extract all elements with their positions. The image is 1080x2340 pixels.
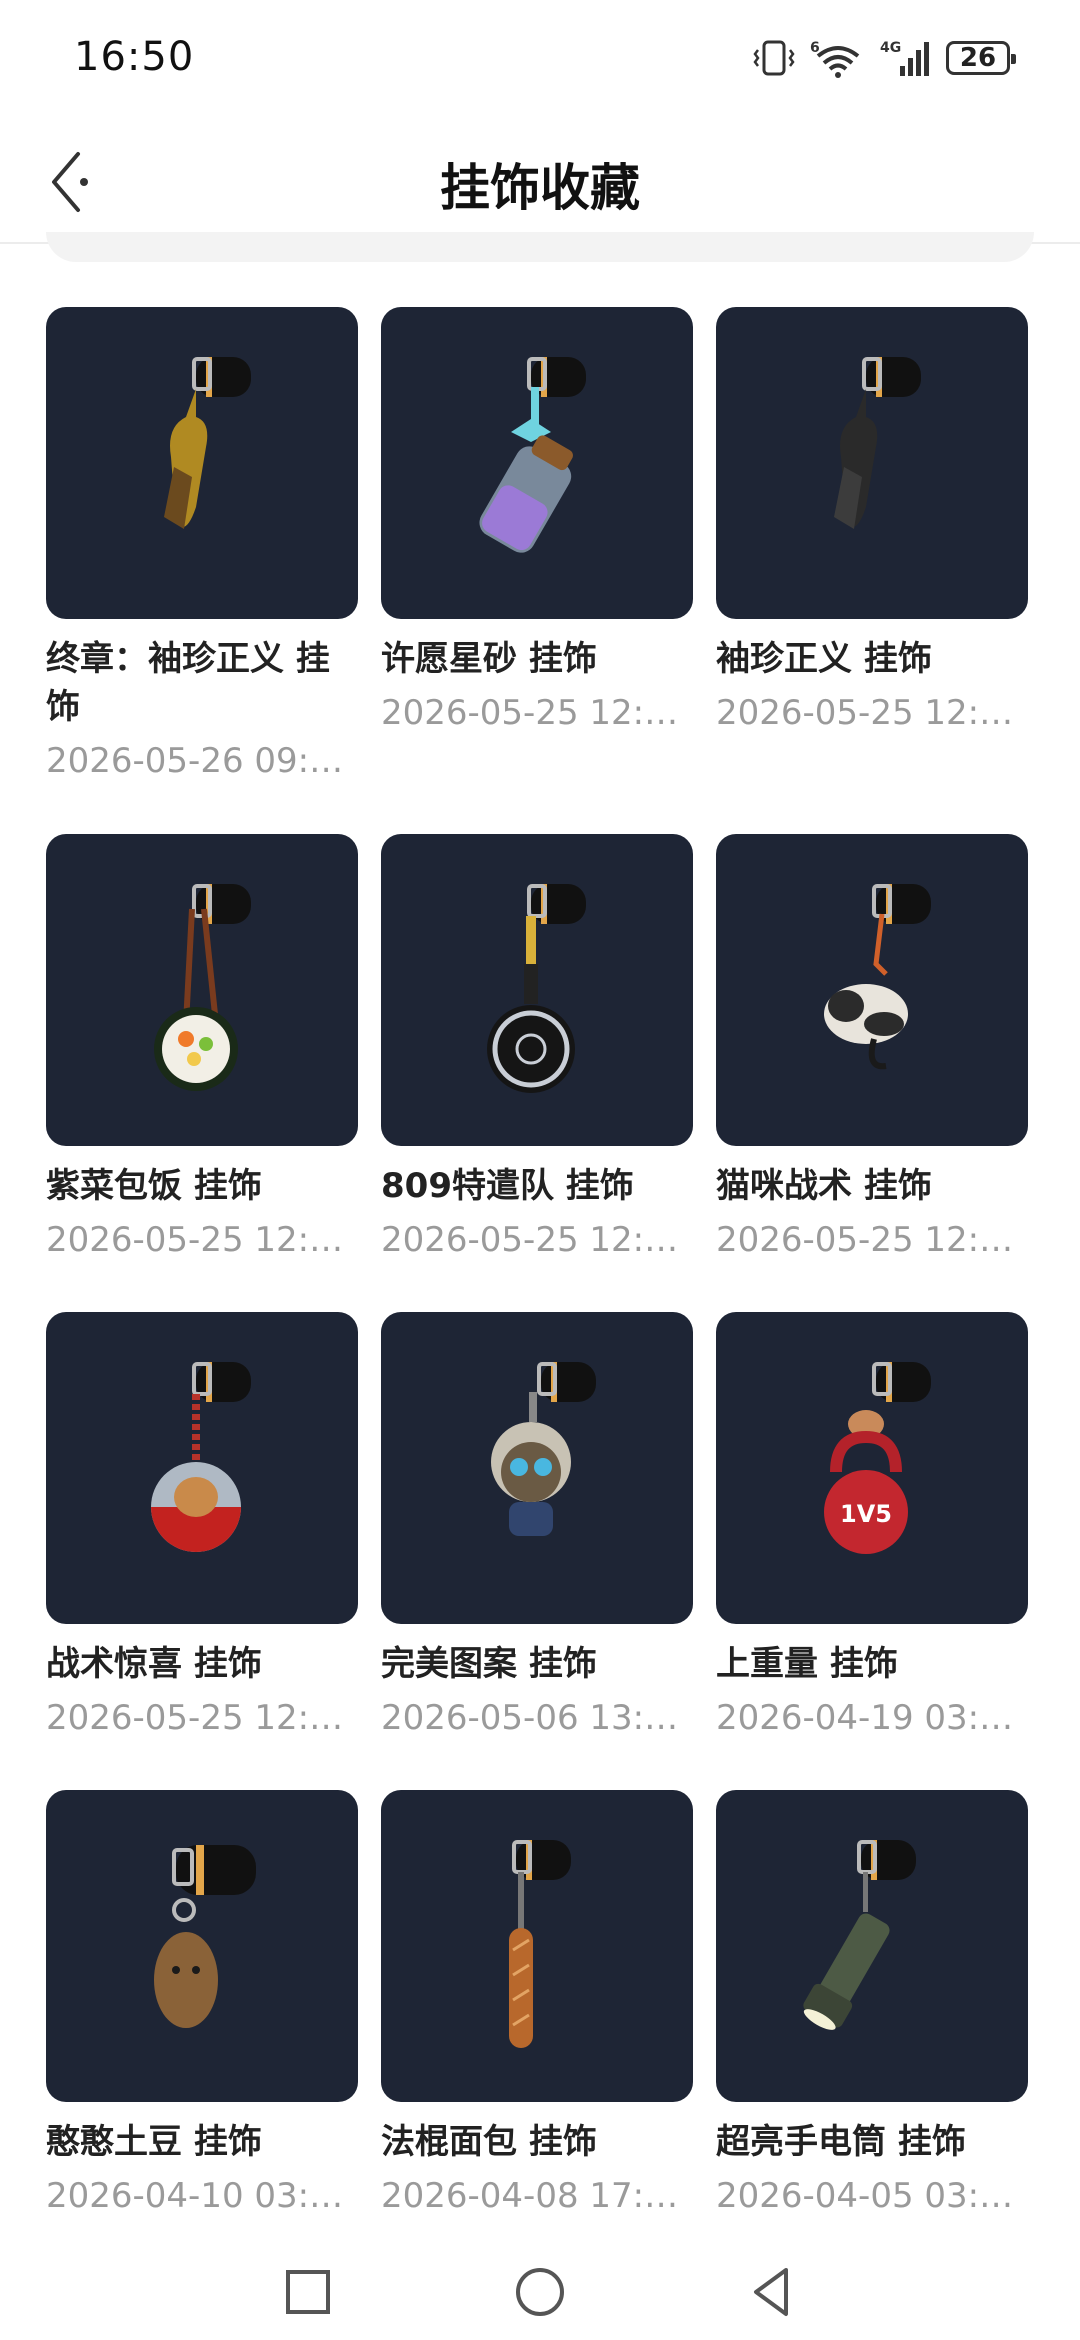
capsule-toy-charm-icon — [151, 1362, 251, 1552]
charm-date: 2026-05-06 13:… — [381, 1698, 679, 1738]
charm-date: 2026-04-10 03:… — [46, 2176, 344, 2216]
charm-name: 憨憨土豆 挂饰 — [46, 2122, 262, 2162]
star-sand-bottle-charm-icon — [479, 357, 586, 553]
charm-card[interactable]: 战术惊喜 挂饰 2026-05-25 12:… — [46, 1312, 358, 1790]
charm-card[interactable]: 猫咪战术 挂饰 2026-05-25 12:… — [716, 834, 1028, 1312]
charm-thumbnail: 1V5 — [716, 1312, 1028, 1624]
charm-name: 超亮手电筒 挂饰 — [716, 2122, 966, 2162]
charm-date: 2026-05-25 12:… — [46, 1220, 344, 1260]
charm-date: 2026-04-05 03:… — [716, 2176, 1014, 2216]
charm-name: 紫菜包饭 挂饰 — [46, 1166, 262, 1206]
charm-name: 完美图案 挂饰 — [381, 1644, 597, 1684]
square-icon — [286, 2270, 330, 2314]
charm-date: 2026-05-25 12:… — [381, 1220, 679, 1260]
cat-charm-icon — [824, 884, 931, 1070]
charm-thumbnail — [46, 307, 358, 619]
charm-date: 2026-04-19 03:… — [716, 1698, 1014, 1738]
charm-card[interactable]: 终章：袖珍正义 挂饰 2026-05-26 09:… — [46, 307, 358, 834]
signal-icon: 4G — [880, 40, 929, 76]
charm-name: 袖珍正义 挂饰 — [716, 639, 932, 679]
frying-pan-charm-icon — [487, 884, 586, 1093]
charm-card[interactable]: 紫菜包饭 挂饰 2026-05-25 12:… — [46, 834, 358, 1312]
system-nav-bar — [0, 2240, 1080, 2340]
vibrate-icon — [753, 40, 795, 76]
charm-card[interactable]: 超亮手电筒 挂饰 2026-04-05 03:… — [716, 1790, 1028, 2230]
recents-button[interactable] — [278, 2262, 338, 2322]
flashlight-charm-icon — [803, 1840, 916, 2030]
charm-card[interactable]: 袖珍正义 挂饰 2026-05-25 12:… — [716, 307, 1028, 834]
charm-name: 法棍面包 挂饰 — [381, 2122, 597, 2162]
charm-name: 猫咪战术 挂饰 — [716, 1166, 932, 1206]
charm-name: 许愿星砂 挂饰 — [381, 639, 597, 679]
charm-card[interactable]: 法棍面包 挂饰 2026-04-08 17:… — [381, 1790, 693, 2230]
charm-grid: 终章：袖珍正义 挂饰 2026-05-26 09:… 许愿星砂 挂饰 2026-… — [46, 307, 1028, 2230]
potato-charm-icon — [154, 1845, 256, 2028]
baguette-charm-icon — [509, 1840, 571, 2048]
charm-thumbnail — [46, 1312, 358, 1624]
page-title: 挂饰收藏 — [440, 159, 640, 217]
golden-pistol-charm-icon — [164, 357, 251, 529]
charm-date: 2026-05-25 12:… — [46, 1698, 344, 1738]
charm-thumbnail — [381, 1790, 693, 2102]
charm-name: 809特遣队 挂饰 — [381, 1166, 634, 1206]
status-bar: 16:50 6 4G 26 — [0, 0, 1080, 120]
charm-thumbnail — [716, 1790, 1028, 2102]
charm-card[interactable]: 憨憨土豆 挂饰 2026-04-10 03:… — [46, 1790, 358, 2230]
doll-charm-icon — [491, 1362, 596, 1536]
kettlebell-charm-icon: 1V5 — [824, 1362, 931, 1554]
header: 挂饰收藏 — [0, 120, 1080, 244]
search-bar-edge — [46, 232, 1034, 262]
charm-date: 2026-05-25 12:… — [716, 693, 1014, 733]
back-nav-button[interactable] — [742, 2262, 802, 2322]
charm-card[interactable]: 809特遣队 挂饰 2026-05-25 12:… — [381, 834, 693, 1312]
kettlebell-label: 1V5 — [840, 1500, 892, 1528]
charm-thumbnail — [716, 834, 1028, 1146]
charm-name: 战术惊喜 挂饰 — [46, 1644, 262, 1684]
status-icons: 6 4G 26 — [752, 36, 1016, 80]
status-time: 16:50 — [74, 34, 195, 80]
charm-date: 2026-05-26 09:… — [46, 741, 344, 781]
charm-name: 终章：袖珍正义 挂饰 — [46, 639, 330, 727]
charm-date: 2026-05-25 12:… — [716, 1220, 1014, 1260]
home-button[interactable] — [510, 2262, 570, 2322]
charm-name: 上重量 挂饰 — [716, 1644, 898, 1684]
network-type-label: 4G — [880, 40, 901, 56]
black-pistol-charm-icon — [834, 357, 921, 529]
charm-card[interactable]: 完美图案 挂饰 2026-05-06 13:… — [381, 1312, 693, 1790]
triangle-back-icon — [754, 2268, 788, 2316]
charm-date: 2026-05-25 12:… — [381, 693, 679, 733]
charm-thumbnail — [381, 1312, 693, 1624]
charm-card[interactable]: 许愿星砂 挂饰 2026-05-25 12:… — [381, 307, 693, 834]
charm-thumbnail — [716, 307, 1028, 619]
circle-icon — [516, 2268, 564, 2316]
battery-level: 26 — [959, 43, 997, 73]
charm-thumbnail — [381, 307, 693, 619]
charm-date: 2026-04-08 17:… — [381, 2176, 679, 2216]
charm-thumbnail — [46, 1790, 358, 2102]
charm-thumbnail — [46, 834, 358, 1146]
battery-icon: 26 — [946, 41, 1016, 75]
charm-card[interactable]: 1V5 上重量 挂饰 2026-04-19 03:… — [716, 1312, 1028, 1790]
charm-thumbnail — [381, 834, 693, 1146]
wifi-icon: 6 — [810, 40, 860, 78]
kimbap-charm-icon — [154, 884, 251, 1091]
